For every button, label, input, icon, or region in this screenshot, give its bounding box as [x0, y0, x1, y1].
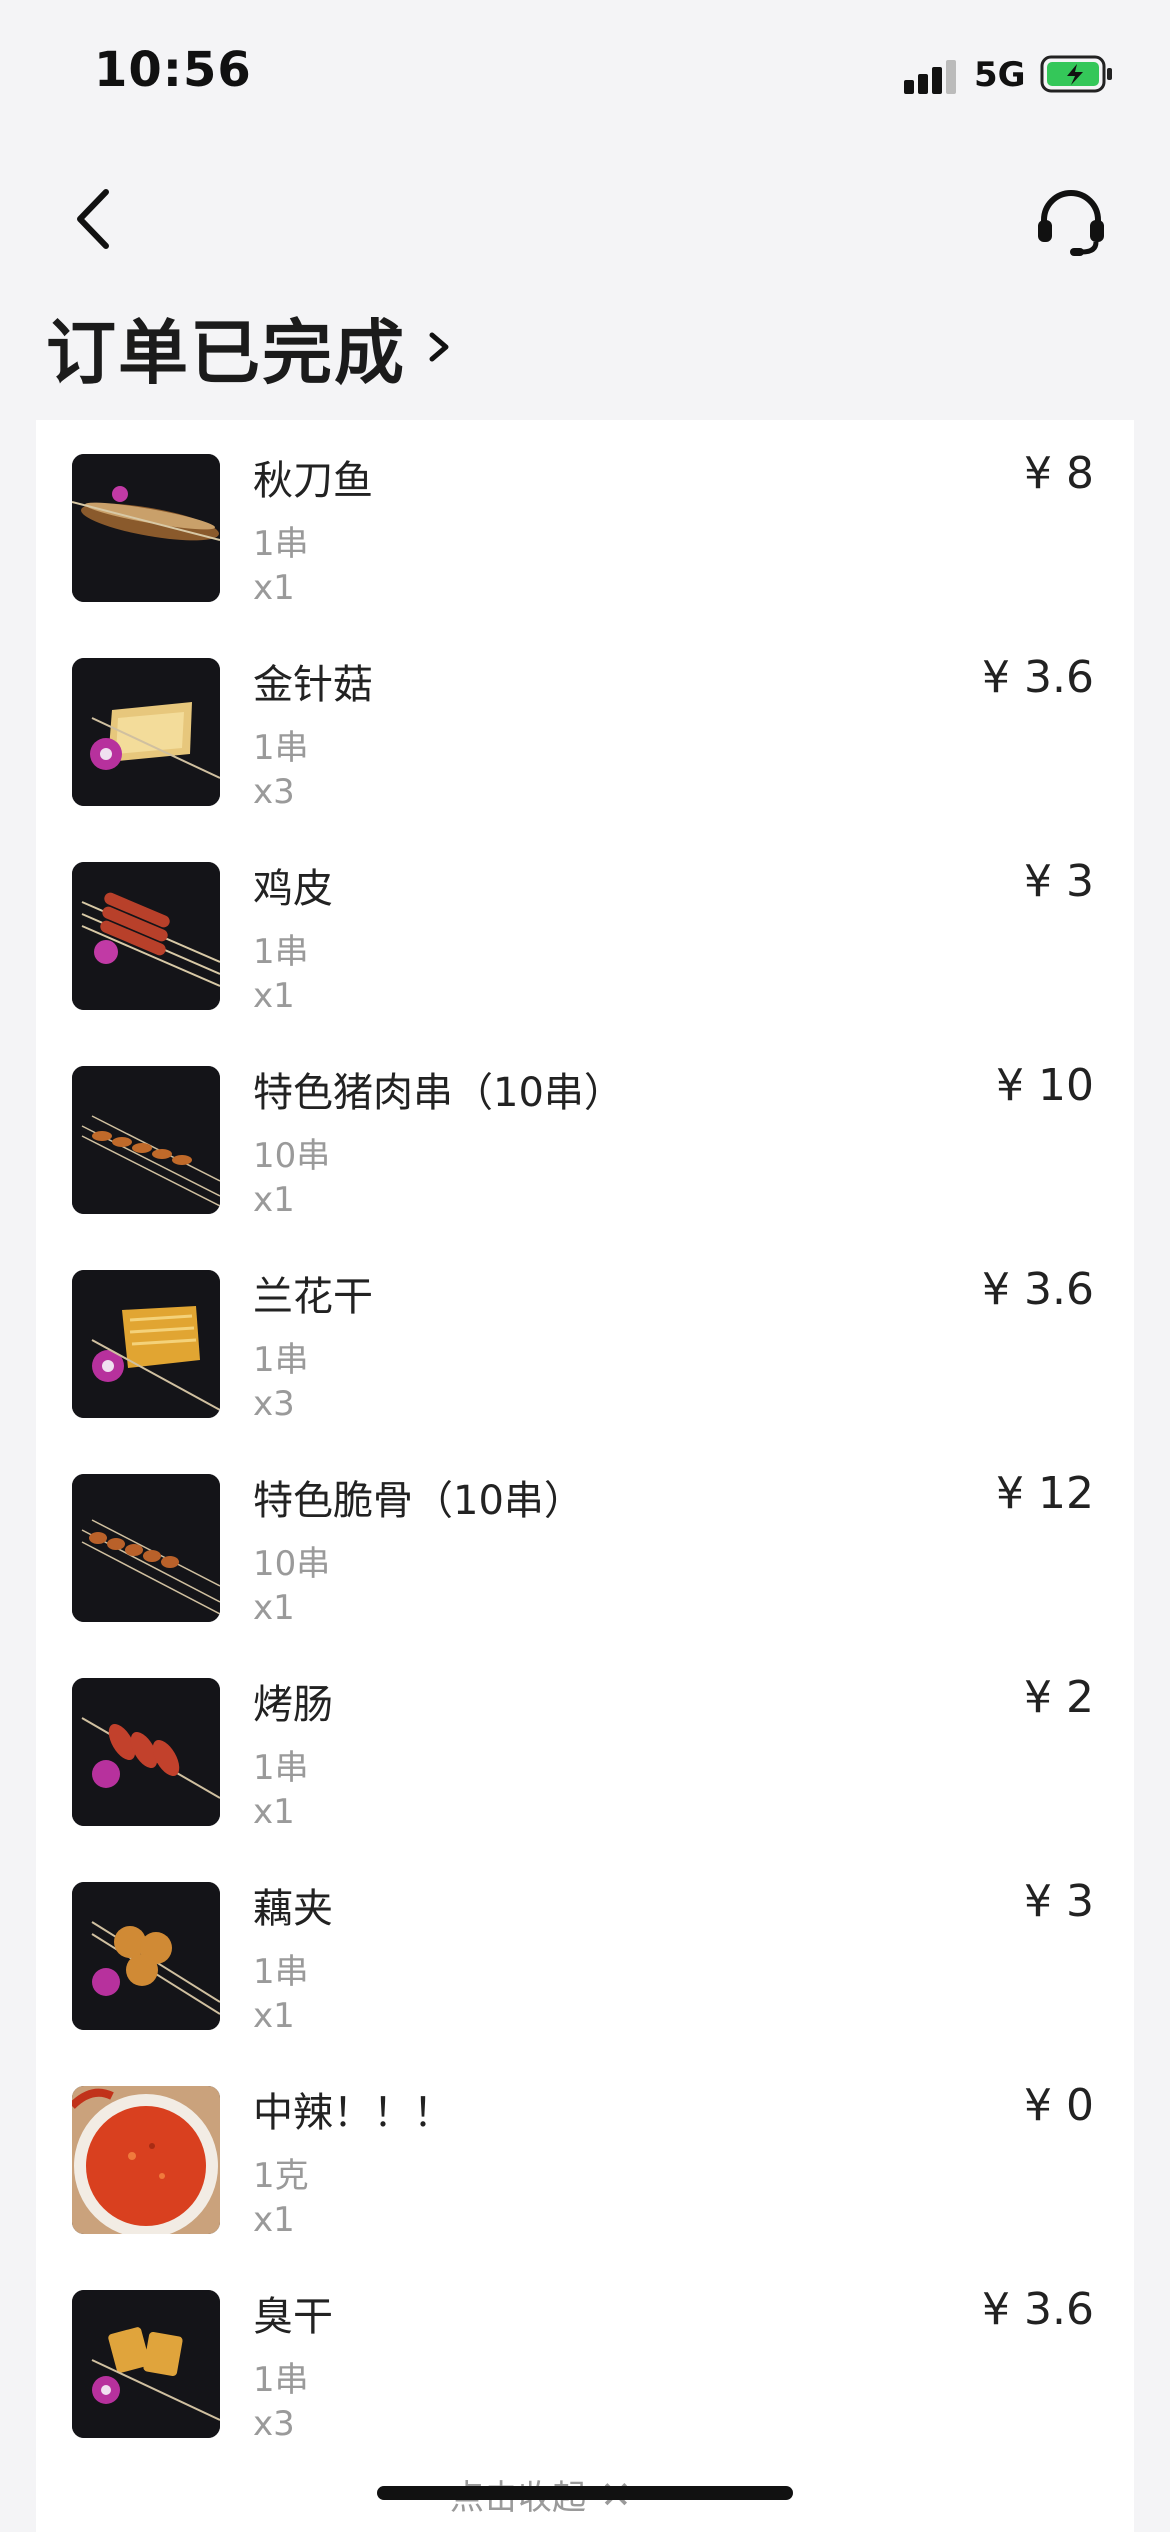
order-item-row[interactable]: 鸡皮 1串 x1 ¥ 3 [36, 828, 1134, 1032]
order-item-row[interactable]: 藕夹 1串 x1 ¥ 3 [36, 1848, 1134, 2052]
product-thumbnail [72, 1882, 220, 2030]
item-spec: 1串 [253, 1340, 309, 1380]
order-item-row[interactable]: 兰花干 1串 x3 ¥ 3.6 [36, 1236, 1134, 1440]
item-name: 特色猪肉串（10串） [253, 1070, 624, 1116]
item-quantity: x3 [253, 1384, 295, 1424]
item-quantity: x1 [253, 568, 295, 608]
item-price: ¥ 3.6 [982, 2284, 1094, 2335]
product-thumbnail [72, 1678, 220, 1826]
item-price: ¥ 12 [996, 1468, 1094, 1519]
product-thumbnail [72, 658, 220, 806]
chevron-right-icon [429, 332, 449, 362]
order-item-row[interactable]: 特色脆骨（10串） 10串 x1 ¥ 12 [36, 1440, 1134, 1644]
item-quantity: x3 [253, 2404, 295, 2444]
item-price: ¥ 10 [996, 1060, 1094, 1111]
item-spec: 1串 [253, 524, 309, 564]
item-name: 藕夹 [253, 1886, 333, 1932]
signal-icon [904, 58, 960, 94]
item-quantity: x1 [253, 1180, 295, 1220]
item-name: 特色脆骨（10串） [253, 1478, 584, 1524]
item-price: ¥ 3 [1024, 856, 1094, 907]
item-spec: 10串 [253, 1136, 331, 1176]
item-name: 兰花干 [253, 1274, 373, 1320]
item-spec: 1克 [253, 2156, 309, 2196]
item-quantity: x1 [253, 2200, 295, 2240]
order-item-row[interactable]: 臭干 1串 x3 ¥ 3.6 [36, 2256, 1134, 2460]
item-name: 烤肠 [253, 1682, 333, 1728]
headset-icon[interactable] [1032, 182, 1110, 260]
product-thumbnail [72, 2290, 220, 2438]
item-price: ¥ 8 [1024, 448, 1094, 499]
item-name: 鸡皮 [253, 866, 333, 912]
item-quantity: x1 [253, 1792, 295, 1832]
item-spec: 1串 [253, 932, 309, 972]
item-spec: 1串 [253, 728, 309, 768]
item-price: ¥ 3.6 [982, 652, 1094, 703]
item-price: ¥ 0 [1024, 2080, 1094, 2131]
item-name: 金针菇 [253, 662, 373, 708]
item-spec: 1串 [253, 2360, 309, 2400]
item-name: 中辣！！！ [253, 2090, 453, 2136]
nav-bar [0, 160, 1170, 260]
item-spec: 10串 [253, 1544, 331, 1584]
item-price: ¥ 2 [1024, 1672, 1094, 1723]
order-status-link[interactable]: 订单已完成 [46, 302, 454, 394]
item-quantity: x1 [253, 1996, 295, 2036]
item-quantity: x1 [253, 1588, 295, 1628]
product-thumbnail [72, 454, 220, 602]
item-price: ¥ 3 [1024, 1876, 1094, 1927]
item-spec: 1串 [253, 1952, 309, 1992]
home-indicator [377, 2486, 793, 2500]
order-item-row[interactable]: 秋刀鱼 1串 x1 ¥ 8 [36, 420, 1134, 624]
battery-icon [1040, 55, 1112, 93]
order-status-title: 订单已完成 [46, 311, 406, 394]
network-type: 5G [974, 55, 1026, 95]
item-quantity: x1 [253, 976, 295, 1016]
back-icon[interactable] [62, 184, 132, 254]
product-thumbnail [72, 1066, 220, 1214]
order-items-card: 秋刀鱼 1串 x1 ¥ 8 金针菇 1串 x3 ¥ 3.6 鸡皮 1串 x1 ¥ 3 特色猪肉串（10串… [36, 420, 1134, 2532]
item-spec: 1串 [253, 1748, 309, 1788]
status-bar: 10:56 5G [0, 0, 1170, 140]
status-time: 10:56 [94, 42, 252, 98]
product-thumbnail [72, 862, 220, 1010]
item-name: 秋刀鱼 [253, 458, 373, 504]
order-item-row[interactable]: 金针菇 1串 x3 ¥ 3.6 [36, 624, 1134, 828]
product-thumbnail [72, 1270, 220, 1418]
product-thumbnail [72, 1474, 220, 1622]
product-thumbnail [72, 2086, 220, 2234]
item-quantity: x3 [253, 772, 295, 812]
order-item-row[interactable]: 烤肠 1串 x1 ¥ 2 [36, 1644, 1134, 1848]
item-price: ¥ 3.6 [982, 1264, 1094, 1315]
item-name: 臭干 [253, 2294, 333, 2340]
order-item-row[interactable]: 特色猪肉串（10串） 10串 x1 ¥ 10 [36, 1032, 1134, 1236]
order-item-row[interactable]: 中辣！！！ 1克 x1 ¥ 0 [36, 2052, 1134, 2256]
